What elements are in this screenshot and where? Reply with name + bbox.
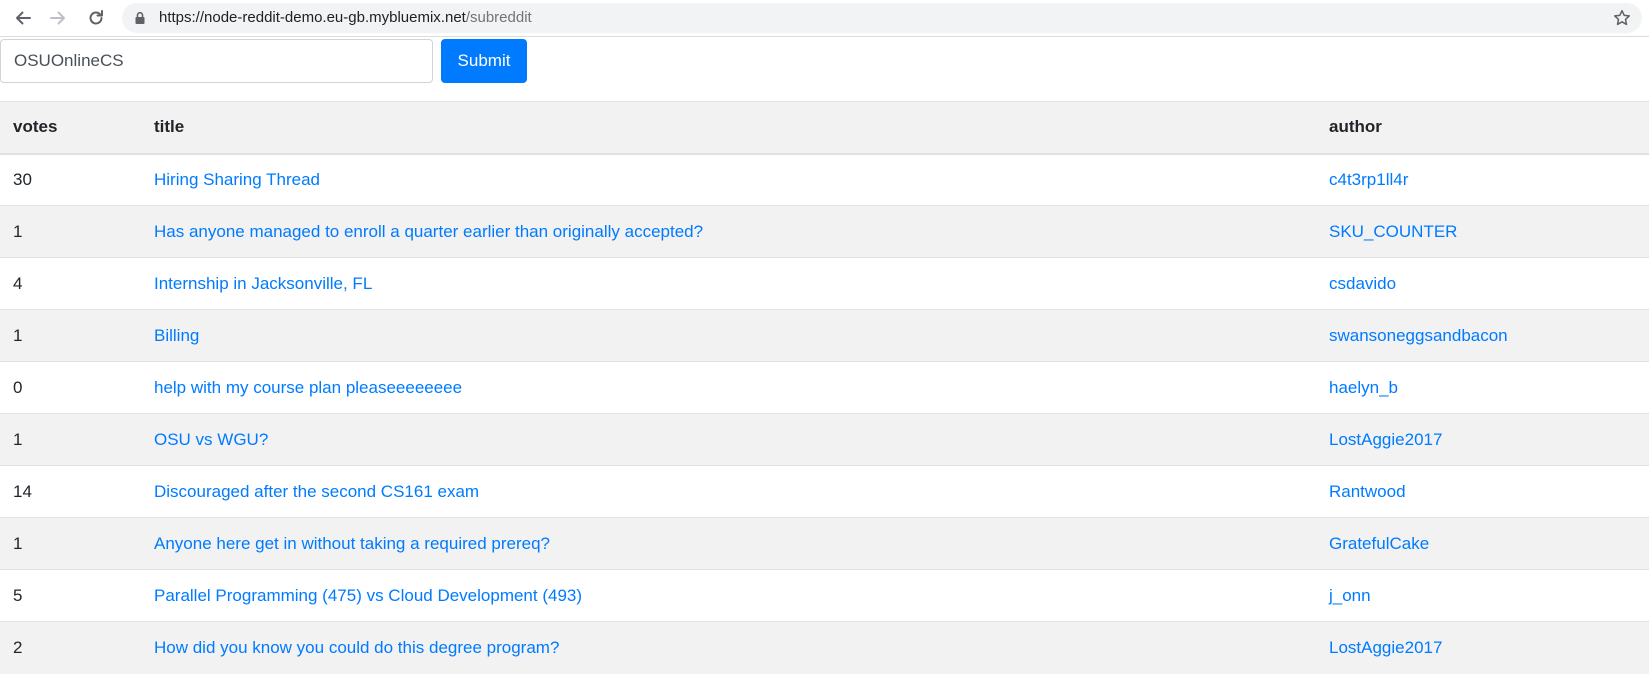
posts-table: votes title author 30 Hiring Sharing Thr… [0, 101, 1649, 674]
author-link[interactable]: c4t3rp1ll4r [1329, 170, 1408, 189]
back-arrow-icon [16, 11, 31, 25]
address-bar[interactable]: https://node-reddit-demo.eu-gb.mybluemix… [122, 3, 1642, 33]
vote-count: 1 [0, 517, 141, 570]
title-header: title [141, 101, 1316, 155]
vote-count: 5 [0, 569, 141, 622]
table-row: 14 Discouraged after the second CS161 ex… [0, 465, 1649, 518]
vote-count: 30 [0, 153, 141, 206]
vote-count: 4 [0, 257, 141, 310]
author-header: author [1316, 101, 1649, 155]
back-button[interactable] [11, 6, 35, 30]
author-link[interactable]: LostAggie2017 [1329, 638, 1442, 657]
author-link[interactable]: csdavido [1329, 274, 1396, 293]
title-cell: Billing [141, 309, 1316, 362]
title-cell: Internship in Jacksonville, FL [141, 257, 1316, 310]
table-row: 4 Internship in Jacksonville, FL csdavid… [0, 257, 1649, 310]
browser-toolbar: https://node-reddit-demo.eu-gb.mybluemix… [0, 0, 1649, 37]
star-icon[interactable] [1612, 8, 1632, 28]
vote-count: 0 [0, 361, 141, 414]
title-cell: How did you know you could do this degre… [141, 621, 1316, 674]
post-title-link[interactable]: help with my course plan pleaseeeeeeee [154, 378, 462, 397]
table-row: 1 OSU vs WGU? LostAggie2017 [0, 413, 1649, 466]
post-title-link[interactable]: Billing [154, 326, 199, 345]
subreddit-input[interactable] [0, 39, 433, 83]
post-title-link[interactable]: Internship in Jacksonville, FL [154, 274, 372, 293]
table-row: 1 Billing swansoneggsandbacon [0, 309, 1649, 362]
title-cell: Has anyone managed to enroll a quarter e… [141, 205, 1316, 258]
post-title-link[interactable]: How did you know you could do this degre… [154, 638, 559, 657]
post-title-link[interactable]: Anyone here get in without taking a requ… [154, 534, 550, 553]
vote-count: 1 [0, 205, 141, 258]
table-row: 5 Parallel Programming (475) vs Cloud De… [0, 569, 1649, 622]
author-link[interactable]: GratefulCake [1329, 534, 1429, 553]
title-cell: Discouraged after the second CS161 exam [141, 465, 1316, 518]
table-row: 2 How did you know you could do this deg… [0, 621, 1649, 674]
votes-header: votes [0, 101, 141, 155]
author-link[interactable]: LostAggie2017 [1329, 430, 1442, 449]
author-link[interactable]: Rantwood [1329, 482, 1406, 501]
table-row: 1 Has anyone managed to enroll a quarter… [0, 205, 1649, 258]
title-cell: help with my course plan pleaseeeeeeee [141, 361, 1316, 414]
author-cell: SKU_COUNTER [1316, 205, 1649, 258]
post-title-link[interactable]: Parallel Programming (475) vs Cloud Deve… [154, 586, 582, 605]
submit-button[interactable]: Submit [441, 39, 527, 83]
url-host: https://node-reddit-demo.eu-gb.mybluemix… [159, 9, 466, 26]
vote-count: 2 [0, 621, 141, 674]
author-link[interactable]: SKU_COUNTER [1329, 222, 1457, 241]
author-cell: swansoneggsandbacon [1316, 309, 1649, 362]
vote-count: 1 [0, 413, 141, 466]
reload-button[interactable] [84, 6, 108, 30]
table-row: 30 Hiring Sharing Thread c4t3rp1ll4r [0, 153, 1649, 206]
author-cell: c4t3rp1ll4r [1316, 153, 1649, 206]
title-cell: OSU vs WGU? [141, 413, 1316, 466]
author-link[interactable]: swansoneggsandbacon [1329, 326, 1508, 345]
author-cell: j_onn [1316, 569, 1649, 622]
forward-button[interactable] [46, 6, 70, 30]
title-cell: Parallel Programming (475) vs Cloud Deve… [141, 569, 1316, 622]
lock-icon [135, 11, 145, 24]
author-cell: haelyn_b [1316, 361, 1649, 414]
author-cell: LostAggie2017 [1316, 413, 1649, 466]
post-title-link[interactable]: Discouraged after the second CS161 exam [154, 482, 479, 501]
table-header-row: votes title author [0, 101, 1649, 155]
author-link[interactable]: haelyn_b [1329, 378, 1398, 397]
reload-icon [89, 10, 103, 25]
table-row: 1 Anyone here get in without taking a re… [0, 517, 1649, 570]
author-cell: Rantwood [1316, 465, 1649, 518]
author-cell: csdavido [1316, 257, 1649, 310]
url-path: /subreddit [465, 9, 532, 26]
url-text: https://node-reddit-demo.eu-gb.mybluemix… [159, 3, 532, 33]
title-cell: Anyone here get in without taking a requ… [141, 517, 1316, 570]
post-title-link[interactable]: Hiring Sharing Thread [154, 170, 320, 189]
author-link[interactable]: j_onn [1329, 586, 1371, 605]
forward-arrow-icon [50, 11, 65, 25]
author-cell: GratefulCake [1316, 517, 1649, 570]
author-cell: LostAggie2017 [1316, 621, 1649, 674]
vote-count: 1 [0, 309, 141, 362]
title-cell: Hiring Sharing Thread [141, 153, 1316, 206]
post-title-link[interactable]: OSU vs WGU? [154, 430, 268, 449]
post-title-link[interactable]: Has anyone managed to enroll a quarter e… [154, 222, 703, 241]
vote-count: 14 [0, 465, 141, 518]
table-row: 0 help with my course plan pleaseeeeeeee… [0, 361, 1649, 414]
